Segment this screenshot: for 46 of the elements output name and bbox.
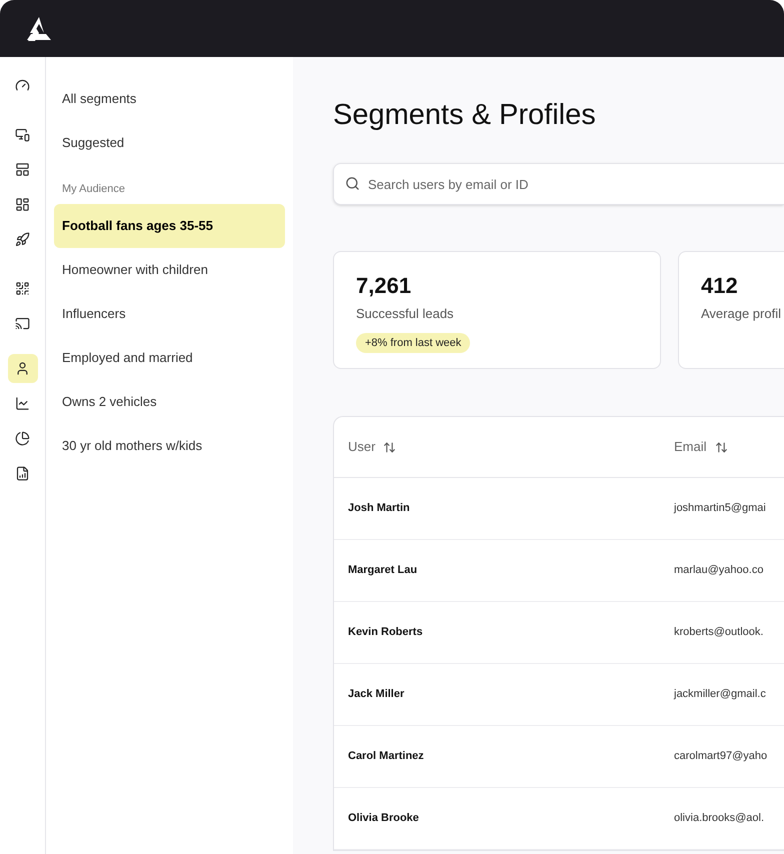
line-chart-icon — [15, 396, 30, 411]
email-cell-text: joshmartin5@gmai — [674, 501, 766, 516]
stat-value: 7,261 — [356, 272, 412, 300]
email-cell-text: kroberts@outlook. — [674, 625, 764, 640]
search-icon — [345, 176, 360, 191]
segment-item[interactable]: Suggested — [54, 121, 285, 165]
segment-item[interactable]: Owns 2 vehicles — [54, 380, 285, 424]
user-name: Carol Martinez — [347, 749, 425, 764]
search-field[interactable]: Search users by email or ID — [333, 163, 784, 205]
cast-icon — [15, 316, 30, 331]
pie-chart-icon — [15, 431, 30, 446]
email-cell-text: jackmiller@gmail.c — [674, 687, 766, 702]
change-badge: +8% from last week — [356, 332, 470, 353]
segment-item[interactable]: 30 yr old mothers w/kids — [54, 424, 285, 468]
devices-icon — [15, 127, 30, 142]
segment-item[interactable]: All segments — [54, 77, 285, 121]
layout-icon — [15, 162, 30, 177]
user-icon — [15, 361, 30, 376]
segment-item[interactable]: Homeowner with children — [54, 248, 285, 292]
email-cell-text: carolmart97@yaho — [674, 749, 768, 764]
sort-icon — [383, 440, 396, 454]
stat-value: 412 — [701, 272, 738, 300]
logo-icon — [24, 16, 54, 42]
report-icon — [15, 466, 30, 481]
user-name: Kevin Roberts — [347, 625, 424, 640]
sort-icon — [714, 440, 728, 454]
email-cell-text: marlau@yahoo.co — [674, 563, 764, 578]
gauge-icon — [15, 78, 30, 93]
user-name: Jack Miller — [347, 687, 406, 702]
grid-icon — [15, 197, 30, 212]
email-cell-text: olivia.brooks@aol. — [674, 811, 764, 826]
column-header[interactable]: User — [334, 437, 674, 457]
qr-code-icon — [15, 281, 30, 296]
stat-label: Successful leads — [356, 305, 454, 323]
segment-item[interactable]: Football fans ages 35-55 — [54, 204, 285, 248]
user-name: Margaret Lau — [347, 563, 418, 578]
page-title: Segments & Profiles — [333, 98, 597, 133]
section-title: My Audience — [61, 182, 126, 197]
stat-label: Average profil — [701, 305, 781, 323]
segment-item[interactable]: Influencers — [54, 292, 285, 336]
column-header[interactable]: Email — [674, 437, 728, 457]
user-name: Olivia Brooke — [347, 811, 420, 826]
nav-button[interactable] — [8, 354, 38, 383]
rocket-icon — [15, 232, 30, 247]
segment-item[interactable]: Employed and married — [54, 336, 285, 380]
user-name: Josh Martin — [347, 501, 411, 516]
